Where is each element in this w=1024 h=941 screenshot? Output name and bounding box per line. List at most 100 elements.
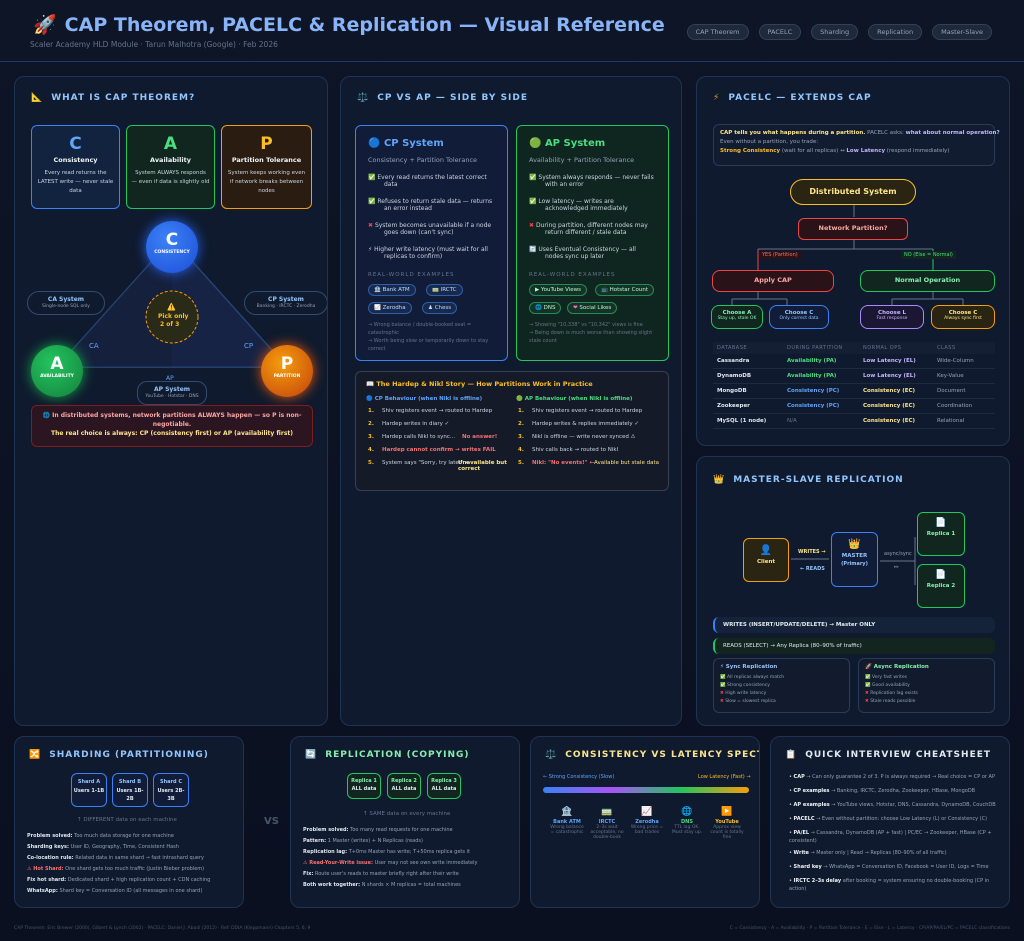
tag-replication[interactable]: Replication xyxy=(868,24,923,40)
sharding-fact: Co-location rule: Related data in same s… xyxy=(27,855,204,861)
spectrum-item: 🚃 IRCTC 2–3s wait acceptable, no double-book xyxy=(589,807,625,840)
cheat-value: → YouTube views, Hotstar, DNS, Cassandra… xyxy=(831,802,996,808)
pick-label-1: Pick only xyxy=(158,313,189,320)
replication-fact: ⚠ Read-Your-Write issue: User may not se… xyxy=(303,860,477,866)
tag-master-slave[interactable]: Master-Slave xyxy=(932,24,992,40)
choose-c-node-1: Choose C Only correct data xyxy=(769,305,829,329)
sync-item-1-text: All replicas always match xyxy=(727,675,785,680)
cp-item-1: ✅ Every read returns the latest correct d… xyxy=(368,174,487,188)
cheat-key: CP examples xyxy=(793,788,830,794)
pacelc-cell: N/A xyxy=(787,418,797,424)
cp-item-4-a: Higher write latency (must wait for all xyxy=(374,246,488,253)
cp-foot-1: → Wrong balance / double-booked seat = xyxy=(368,322,472,328)
pacelc-cell: MongoDB xyxy=(717,388,747,394)
fact-key: WhatsApp: xyxy=(27,888,58,894)
pacelc-table-header: DATABASE DURING PARTITION NORMAL OPS CLASS xyxy=(713,342,995,354)
sync-replication-panel: ⚡ Sync Replication ✅ All replicas always… xyxy=(713,658,850,713)
check-icon: ✅ xyxy=(529,198,539,205)
spectrum-left-label: ← Strong Consistency (Slow) xyxy=(543,774,615,780)
pacelc-cell: Consistency (EC) xyxy=(863,403,916,409)
copy-icon: 🔄 xyxy=(305,750,318,760)
story-title: 📖 The Hardep & Nikl Story — How Partitio… xyxy=(366,380,593,388)
ap-example-dns-text: DNS xyxy=(543,305,556,311)
globe-icon: 🌐 xyxy=(42,412,53,419)
rocket-icon: 🚀 xyxy=(33,14,57,36)
node-a-letter: A xyxy=(50,354,64,374)
footer-right: C = Consistency · A = Availability · P =… xyxy=(729,926,1010,931)
replica-name: Replica 2 xyxy=(391,778,417,784)
cp-system-sub: Banking · IRCTC · Zerodha xyxy=(256,304,316,309)
ap-foot-3: stale count xyxy=(529,338,557,344)
spectrum-gradient-bar xyxy=(543,787,749,793)
story-cp-head: 🔵 CP Behaviour (when Nikl is offline) xyxy=(366,396,482,402)
cp-item-3: ✖ System becomes unavailable if a node go… xyxy=(368,222,491,236)
story-ap-head-text: AP Behaviour (when Nikl is offline) xyxy=(524,396,633,402)
check-icon: ✅ xyxy=(865,675,873,680)
cp-panel-title-text: CP System xyxy=(383,138,444,149)
pacelc-cell: Zookeeper xyxy=(717,403,750,409)
sync-title-text: Sync Replication xyxy=(725,664,778,670)
replication-caption: ↑ SAME data on every machine xyxy=(363,811,451,817)
cp-system-name: CP System xyxy=(268,296,304,303)
pacelc-cell: MySQL (1 node) xyxy=(717,418,767,424)
cap-note: 🌐 In distributed systems, network partit… xyxy=(31,405,313,447)
globe-icon: 🌐 xyxy=(681,807,693,817)
replica-box: Replica 2 ALL data xyxy=(387,773,421,799)
page: 🚀 CAP Theorem, PACELC & Replication — Vis… xyxy=(0,0,1024,941)
cp-example-chess: ♟ Chess xyxy=(422,302,458,314)
pacelc-cell: Coordination xyxy=(937,403,973,409)
ap-foot-1: → Showing "10,338" vs "10,342" views is … xyxy=(529,322,643,328)
cp-example-zerodha-text: Zerodha xyxy=(382,305,406,311)
fact-key: Sharding keys: xyxy=(27,844,69,850)
ap-example-likes-text: Social Likes xyxy=(579,305,612,311)
warning-icon: ⚠️ xyxy=(167,303,176,311)
async-title-text: Async Replication xyxy=(873,664,929,670)
check-icon: ✅ xyxy=(720,675,728,680)
cheat-row: • IRCTC 2–3s delay after booking = syste… xyxy=(789,878,990,892)
distributed-system-node: Distributed System xyxy=(790,179,916,205)
no-partition-label: NO (Else = Normal) xyxy=(901,251,956,259)
spectrum-item-note: fine xyxy=(722,835,732,840)
story-ap-num: 1. xyxy=(518,408,524,414)
story-ap-text: Shiv calls back → routed to Nikl xyxy=(532,447,619,453)
sync-item-2-text: Strong consistency xyxy=(727,683,770,688)
green-circle-icon: 🟢 xyxy=(516,396,525,402)
tag-cap[interactable]: CAP Theorem xyxy=(686,24,749,40)
blue-circle-icon: 🔵 xyxy=(368,138,384,149)
cheat-row: • Shard key → WhatsApp = Conversation ID… xyxy=(789,864,989,870)
shard-box: Shard C Users 2B-3B xyxy=(153,773,189,807)
fact-value: Dedicated shard + high replication count… xyxy=(67,877,211,883)
ap-item-4-b: nodes sync up later xyxy=(545,253,605,260)
replication-fact: Problem solved: Too many read requests f… xyxy=(303,827,453,833)
ap-panel-title-text: AP System xyxy=(544,138,606,149)
pacelc-flow-lines xyxy=(731,205,964,305)
cap-note-text-1: In distributed systems, network partitio… xyxy=(52,412,302,419)
master-slave-card: 👑 MASTER-SLAVE REPLICATION 👤 Client WRITE… xyxy=(696,456,1010,726)
async-item-4-text: Stale reads possible xyxy=(870,699,916,704)
tag-sharding[interactable]: Sharding xyxy=(811,24,859,40)
tag-pacelc[interactable]: PACELC xyxy=(758,24,802,40)
cp-item-3-b: goes down (can't sync) xyxy=(384,229,454,236)
cp-example-irctc-text: IRCTC xyxy=(440,287,457,293)
ap-item-4: 🔄 Uses Eventual Consistency — all nodes s… xyxy=(529,246,636,260)
check-icon: ✅ xyxy=(368,174,378,181)
story-ap-num: 5. xyxy=(518,460,524,466)
fact-value: Shard key = Conversation ID (all message… xyxy=(59,888,203,894)
node-c-letter: C xyxy=(165,230,179,250)
ap-system-pill: AP System YouTube · Hotstar · DNS xyxy=(137,381,207,405)
fact-value: Related data in same shard → fast intras… xyxy=(75,855,204,861)
node-c-label: CONSISTENCY xyxy=(154,250,190,255)
scale-icon: ⚖️ xyxy=(545,750,558,760)
cheat-value: → WhatsApp = Conversation ID, Facebook =… xyxy=(823,864,989,870)
crown-icon: 👑 xyxy=(848,539,861,550)
replication-heading-text: REPLICATION (COPYING) xyxy=(325,750,470,760)
cheatsheet-card: 📋 QUICK INTERVIEW CHEATSHEET • CAP → Can … xyxy=(770,736,1010,908)
fact-key: Fix hot shard: xyxy=(27,877,67,883)
story-cp-text: Hardep writes in diary ✓ xyxy=(382,421,450,427)
cp-example-chess-text: Chess xyxy=(434,305,452,311)
sync-title: ⚡ Sync Replication xyxy=(720,664,777,670)
cheat-value: → Master only | Read → Replicas (80–90% … xyxy=(810,850,947,856)
cheat-value: → Banking, IRCTC, Zerodha, Zookeeper, HB… xyxy=(831,788,976,794)
ap-example-dns: 🌐 DNS xyxy=(529,302,562,314)
availability-name: Availability xyxy=(150,156,191,164)
